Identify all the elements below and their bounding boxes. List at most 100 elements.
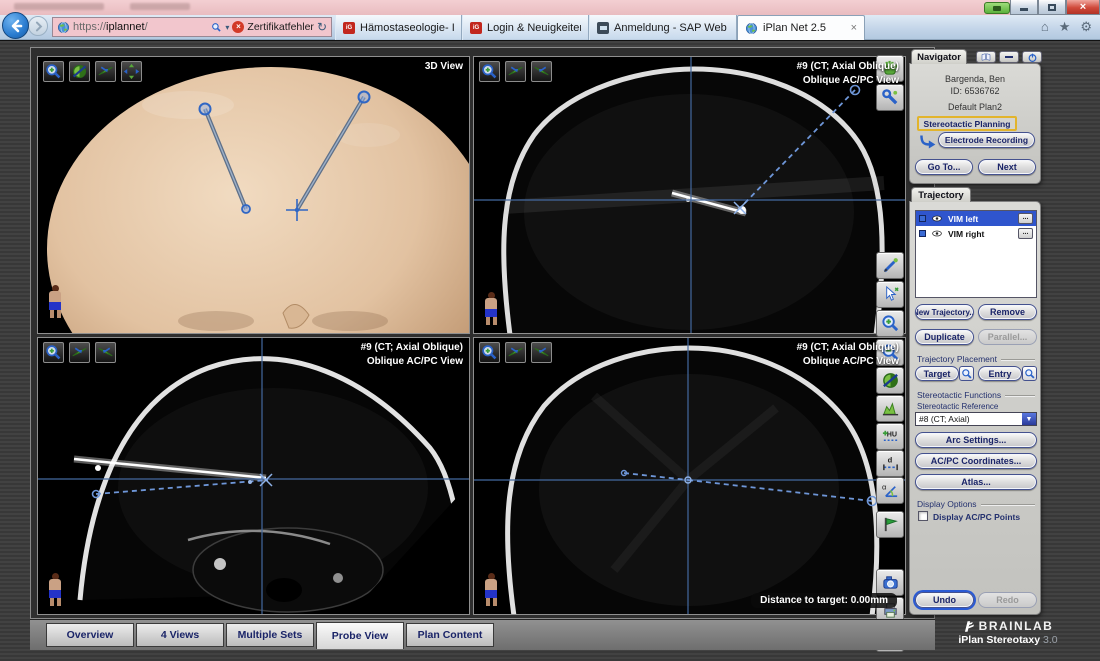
- reference-dropdown[interactable]: #8 (CT; Axial) ▼: [915, 412, 1037, 426]
- browser-tab-haemostaseologie[interactable]: iG Hämostaseologie- III. Medizini...: [335, 15, 462, 40]
- target-button[interactable]: Target: [915, 366, 959, 381]
- plane-flip-icon[interactable]: [531, 342, 552, 363]
- plane-orientation-icon[interactable]: [505, 61, 526, 82]
- hu-measure-button[interactable]: [876, 423, 904, 450]
- zoom-icon[interactable]: [43, 61, 64, 82]
- favorites-star-icon[interactable]: ★: [1059, 19, 1071, 35]
- viewport-label: 3D View: [425, 60, 463, 74]
- acpc-coordinates-button[interactable]: AC/PC Coordinates...: [915, 453, 1037, 469]
- placement-section-header: Trajectory Placement: [917, 354, 1035, 364]
- tab-4-views[interactable]: 4 Views: [136, 623, 224, 647]
- display-acpc-label[interactable]: Display AC/PC Points: [933, 512, 1020, 522]
- pointer-tool-button[interactable]: [876, 281, 904, 308]
- redo-button[interactable]: Redo: [978, 592, 1037, 608]
- search-dropdown-icon[interactable]: ▾: [225, 23, 229, 32]
- tab-favicon-globe: [745, 22, 758, 35]
- viewport-axial-oblique-2[interactable]: #9 (CT; Axial Oblique)Oblique AC/PC View: [37, 337, 470, 615]
- orientation-figure: [47, 573, 63, 607]
- tab-favicon: iG: [470, 22, 482, 34]
- close-button[interactable]: ×: [1066, 0, 1100, 15]
- atlas-button[interactable]: Atlas...: [915, 474, 1037, 490]
- trajectory-item-vim-left[interactable]: VIM left ...: [916, 211, 1036, 226]
- orientation-figure: [483, 573, 499, 607]
- next-step-arrow-icon: [919, 133, 937, 151]
- angle-measure-button[interactable]: [876, 477, 904, 504]
- tab-overview[interactable]: Overview: [46, 623, 134, 647]
- browser-tab-sap[interactable]: Anmeldung - SAP Web Applic...: [589, 15, 737, 40]
- overlay-tool-button[interactable]: [984, 2, 1010, 14]
- screenshot-button[interactable]: [876, 569, 904, 596]
- item-menu-button[interactable]: ...: [1018, 228, 1033, 239]
- restore-button[interactable]: [1038, 0, 1066, 15]
- windowing-button[interactable]: [876, 367, 904, 394]
- next-button[interactable]: Next: [978, 159, 1036, 175]
- certificate-error-label[interactable]: Zertifikatfehler: [247, 21, 314, 33]
- brainlab-logo-icon: [963, 620, 976, 633]
- plane-flip-icon[interactable]: [531, 61, 552, 82]
- duplicate-button[interactable]: Duplicate: [915, 329, 974, 345]
- trajectory-tab[interactable]: Trajectory: [911, 187, 971, 202]
- arc-settings-button[interactable]: Arc Settings...: [915, 432, 1037, 448]
- browser-tab-iplan[interactable]: iPlan Net 2.5 ×: [737, 15, 865, 40]
- plane-flip-icon[interactable]: [95, 342, 116, 363]
- exit-power-button[interactable]: [1022, 51, 1042, 63]
- viewport-axial-oblique-3[interactable]: #9 (CT; Axial Oblique)Oblique AC/PC View…: [473, 337, 906, 615]
- tab-probe-view[interactable]: Probe View: [316, 622, 404, 649]
- navigator-tab[interactable]: Navigator: [911, 49, 967, 64]
- viewport-toolbar: [479, 61, 552, 82]
- remove-button[interactable]: Remove: [978, 304, 1037, 320]
- zoom-in-button[interactable]: [876, 310, 904, 337]
- trajectory-item-vim-right[interactable]: VIM right ...: [916, 226, 1036, 241]
- plane-orientation-icon[interactable]: [95, 61, 116, 82]
- histogram-button[interactable]: [876, 395, 904, 422]
- display-acpc-checkbox[interactable]: [918, 511, 928, 521]
- viewport-label: #9 (CT; Axial Oblique)Oblique AC/PC View: [797, 60, 899, 87]
- settings-wrench-button[interactable]: [876, 84, 904, 111]
- viewport-toolbar: [43, 61, 142, 82]
- tab-plan-content[interactable]: Plan Content: [406, 623, 494, 647]
- center-view-icon[interactable]: [121, 61, 142, 82]
- reload-icon[interactable]: ↻: [317, 21, 327, 33]
- eye-icon[interactable]: [930, 228, 944, 239]
- search-icon[interactable]: [211, 22, 222, 33]
- browser-tab-login[interactable]: iG Login & Neuigkeiten - Mitarbe...: [462, 15, 589, 40]
- tab-multiple-sets[interactable]: Multiple Sets: [226, 623, 314, 647]
- go-to-button[interactable]: Go To...: [915, 159, 973, 175]
- electrode-recording-button[interactable]: Electrode Recording: [938, 132, 1035, 148]
- eye-icon[interactable]: [930, 213, 944, 224]
- titlebar-smudge: [130, 3, 190, 10]
- ct-slice-render: [474, 57, 906, 334]
- entry-button[interactable]: Entry: [978, 366, 1022, 381]
- item-menu-button[interactable]: ...: [1018, 213, 1033, 224]
- minimize-button[interactable]: [1010, 0, 1038, 15]
- windowing-icon[interactable]: [69, 61, 90, 82]
- zoom-icon[interactable]: [479, 61, 500, 82]
- forward-arrow-icon: [33, 21, 44, 32]
- manual-book-button[interactable]: [976, 51, 996, 63]
- plane-orientation-icon[interactable]: [69, 342, 90, 363]
- address-bar[interactable]: https://iplannet/ ▾ × Zertifikatfehler ↻: [52, 17, 332, 37]
- dropdown-arrow-icon[interactable]: ▼: [1022, 413, 1036, 425]
- forward-button[interactable]: [28, 16, 48, 36]
- home-icon[interactable]: ⌂: [1041, 19, 1049, 35]
- tab-favicon: [597, 22, 609, 34]
- viewport-3d[interactable]: 3D View: [37, 56, 470, 334]
- new-trajectory-button[interactable]: New Trajectory...: [915, 304, 974, 320]
- settings-gear-icon[interactable]: ⚙: [1080, 19, 1092, 35]
- back-button[interactable]: [2, 12, 29, 39]
- plan-pen-button[interactable]: [876, 252, 904, 279]
- flag-button[interactable]: [876, 511, 904, 538]
- tab-close-icon[interactable]: ×: [845, 22, 857, 34]
- undo-button[interactable]: Undo: [915, 592, 974, 608]
- zoom-icon[interactable]: [43, 342, 64, 363]
- plane-orientation-icon[interactable]: [505, 342, 526, 363]
- orientation-figure: [47, 285, 63, 319]
- display-section-header: Display Options: [917, 499, 1035, 509]
- minimize-panel-button[interactable]: [999, 51, 1019, 63]
- zoom-icon[interactable]: [479, 342, 500, 363]
- viewport-axial-oblique-1[interactable]: #9 (CT; Axial Oblique)Oblique AC/PC View: [473, 56, 906, 334]
- distance-measure-button[interactable]: [876, 450, 904, 477]
- entry-zoom-button[interactable]: [1022, 366, 1037, 381]
- parallel-button[interactable]: Parallel...: [978, 329, 1037, 345]
- target-zoom-button[interactable]: [959, 366, 974, 381]
